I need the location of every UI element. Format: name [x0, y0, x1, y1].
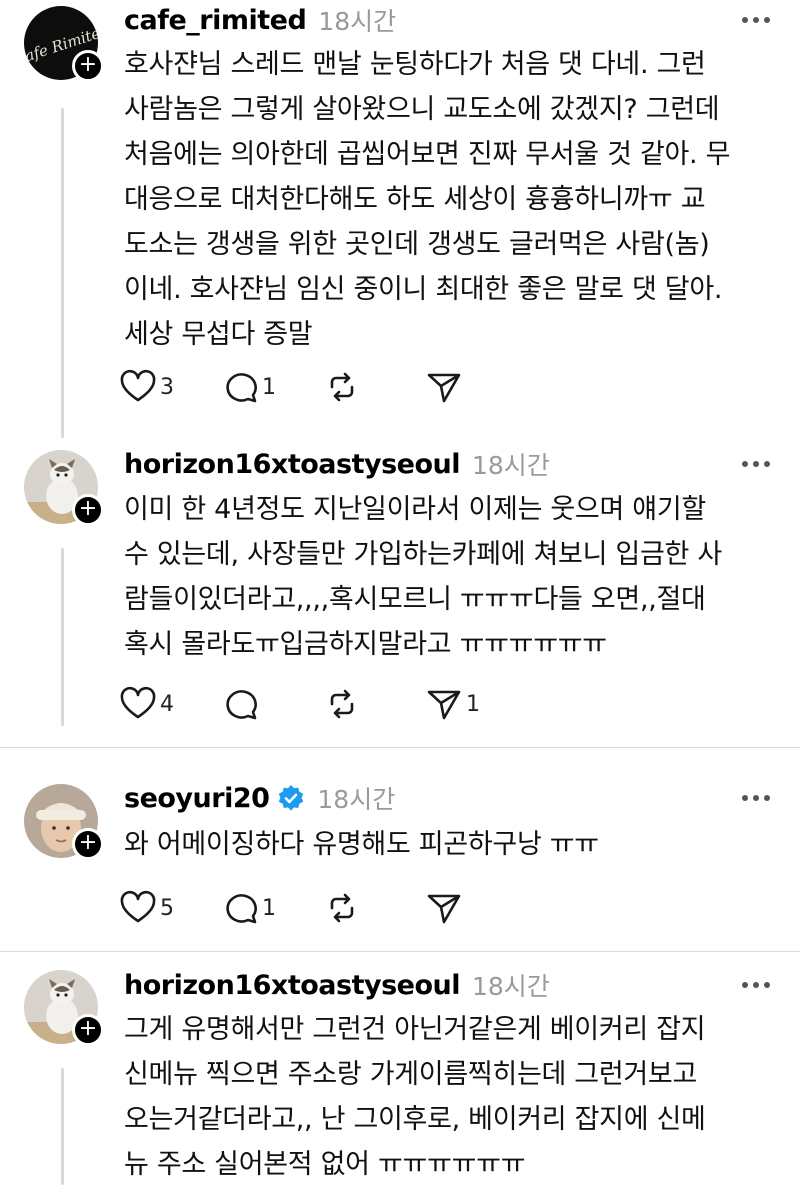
- username[interactable]: horizon16xtoastyseoul: [124, 970, 460, 1001]
- like-count: 4: [160, 691, 174, 717]
- follow-plus-icon[interactable]: +: [72, 494, 104, 526]
- repost-button[interactable]: [322, 684, 378, 724]
- post-text: 호사쟌님 스레드 맨날 눈팅하다가 처음 댓 다네. 그런 사람놈은 그렇게 살…: [124, 49, 731, 350]
- post-header: horizon16xtoastyseoul 18시간: [124, 965, 550, 1005]
- more-icon[interactable]: [736, 975, 776, 995]
- divider: [0, 747, 800, 748]
- more-icon[interactable]: [736, 454, 776, 474]
- share-button[interactable]: 1: [424, 684, 480, 724]
- comment-icon: [226, 373, 257, 403]
- repost-icon: [330, 893, 354, 923]
- heart-icon: [120, 686, 156, 719]
- action-bar: 5 1: [118, 888, 506, 928]
- username[interactable]: seoyuri20: [124, 783, 270, 814]
- username[interactable]: cafe_rimited: [124, 5, 307, 36]
- follow-plus-icon[interactable]: +: [72, 1014, 104, 1046]
- timestamp: 18시간: [471, 451, 550, 480]
- follow-plus-icon[interactable]: +: [72, 828, 104, 860]
- more-icon[interactable]: [736, 10, 776, 30]
- like-count: 5: [160, 895, 174, 921]
- post-text: 와 어메이징하다 유명해도 피곤하구낭 ㅠㅠ: [124, 829, 599, 860]
- heart-icon: [120, 369, 156, 402]
- reply-button[interactable]: 1: [220, 367, 276, 407]
- post-header: cafe_rimited 18시간: [124, 0, 396, 40]
- post-header: seoyuri20 18시간: [124, 778, 395, 818]
- timestamp: 18시간: [317, 785, 396, 814]
- post-text: 그게 유명해서만 그런건 아닌거같은게 베이커리 잡지 신메뉴 찍으면 주소랑 …: [124, 1014, 706, 1180]
- like-count: 3: [160, 374, 174, 400]
- username[interactable]: horizon16xtoastyseoul: [124, 449, 460, 480]
- repost-icon: [330, 689, 354, 719]
- action-bar: 4 1: [118, 684, 506, 724]
- send-icon: [427, 894, 461, 924]
- post-header: horizon16xtoastyseoul 18시간: [124, 444, 550, 484]
- like-button[interactable]: 5: [118, 888, 174, 928]
- thread-line: [61, 548, 64, 726]
- send-icon: [427, 373, 461, 403]
- comment-icon: [226, 894, 257, 924]
- like-button[interactable]: 4: [118, 684, 174, 724]
- reply-button[interactable]: 1: [220, 888, 276, 928]
- more-icon[interactable]: [736, 788, 776, 808]
- verified-badge-icon: [279, 785, 304, 811]
- comment-icon: [226, 690, 257, 720]
- post-text: 이미 한 4년정도 지난일이라서 이제는 웃으며 얘기할 수 있는데, 사장들만…: [124, 494, 722, 660]
- like-button[interactable]: 3: [118, 367, 174, 407]
- reply-button[interactable]: [220, 684, 276, 724]
- reply-count: 1: [262, 895, 276, 921]
- reply-count: 1: [262, 374, 276, 400]
- share-button[interactable]: [424, 367, 480, 407]
- action-bar: 3 1: [118, 367, 506, 407]
- timestamp: 18시간: [471, 972, 550, 1001]
- thread-line: [61, 108, 64, 438]
- repost-button[interactable]: [322, 367, 378, 407]
- timestamp: 18시간: [318, 7, 397, 36]
- share-count: 1: [466, 691, 480, 717]
- heart-icon: [120, 890, 156, 923]
- thread-line: [61, 1068, 64, 1185]
- share-button[interactable]: [424, 888, 480, 928]
- follow-plus-icon[interactable]: +: [72, 50, 104, 82]
- divider: [0, 951, 800, 952]
- send-icon: [427, 690, 461, 720]
- repost-icon: [330, 372, 354, 402]
- repost-button[interactable]: [322, 888, 378, 928]
